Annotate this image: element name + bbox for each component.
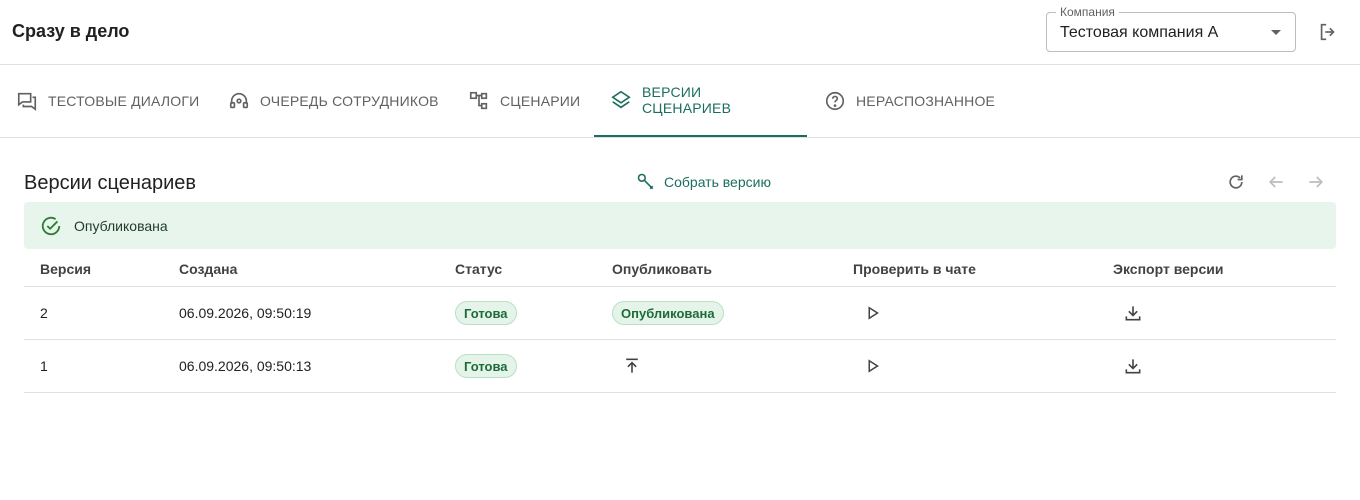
status-badge: Готова bbox=[455, 354, 517, 378]
build-version-button[interactable]: Собрать версию bbox=[636, 170, 771, 194]
table-row: 1 06.09.2026, 09:50:13 Готова bbox=[24, 340, 1336, 393]
app-title: Сразу в дело bbox=[12, 21, 130, 41]
tab-unrecognized[interactable]: НЕРАСПОЗНАННОЕ bbox=[808, 65, 1011, 137]
version-number: 1 bbox=[40, 358, 48, 374]
export-version-button[interactable] bbox=[1121, 301, 1145, 325]
column-header-export: Экспорт версии bbox=[1113, 261, 1224, 277]
tab-label: ВЕРСИИ СЦЕНАРИЕВ bbox=[642, 84, 732, 116]
tab-scenarios[interactable]: СЦЕНАРИИ bbox=[452, 65, 596, 137]
main-tabs: ТЕСТОВЫЕ ДИАЛОГИ ОЧЕРЕДЬ СОТРУДНИКОВ СЦЕ… bbox=[0, 65, 1360, 138]
tab-scenario-versions[interactable]: ВЕРСИИ СЦЕНАРИЕВ bbox=[594, 65, 807, 137]
company-select-label: Компания bbox=[1056, 5, 1119, 19]
table-row: 2 06.09.2026, 09:50:19 Готова Опубликова… bbox=[24, 287, 1336, 340]
tab-label: СЦЕНАРИИ bbox=[500, 93, 581, 109]
export-version-button[interactable] bbox=[1121, 354, 1145, 378]
previous-page-button[interactable] bbox=[1264, 170, 1288, 194]
refresh-icon bbox=[1229, 175, 1243, 189]
tab-label: НЕРАСПОЗНАННОЕ bbox=[856, 93, 996, 109]
wrench-icon bbox=[637, 173, 654, 190]
play-icon bbox=[868, 306, 879, 320]
logout-icon bbox=[1320, 23, 1335, 41]
company-select[interactable]: Компания Тестовая компания А bbox=[1046, 5, 1296, 52]
play-icon bbox=[868, 359, 879, 373]
layers-icon bbox=[611, 90, 631, 109]
tab-label: ТЕСТОВЫЕ ДИАЛОГИ bbox=[48, 93, 200, 109]
table-header: Версия Создана Статус Опубликовать Прове… bbox=[24, 250, 1336, 287]
status-badge: Готова bbox=[455, 301, 517, 325]
flowchart-icon bbox=[469, 91, 488, 110]
chevron-down-icon bbox=[1271, 30, 1281, 35]
column-header-created: Создана bbox=[179, 261, 238, 277]
download-icon bbox=[1125, 306, 1141, 321]
build-version-label: Собрать версию bbox=[664, 174, 771, 190]
status-alert-text: Опубликована bbox=[74, 218, 168, 234]
test-in-chat-button[interactable] bbox=[861, 301, 885, 325]
versions-table: Версия Создана Статус Опубликовать Прове… bbox=[24, 250, 1336, 393]
check-circle-icon bbox=[41, 216, 61, 236]
created-date: 06.09.2026, 09:50:19 bbox=[179, 305, 312, 321]
test-in-chat-button[interactable] bbox=[861, 354, 885, 378]
arrow-right-icon bbox=[1309, 176, 1324, 188]
status-alert: Опубликована bbox=[24, 202, 1336, 249]
chat-icon bbox=[17, 92, 37, 111]
app-header: Сразу в дело Компания Тестовая компания … bbox=[0, 0, 1360, 65]
tab-label: ОЧЕРЕДЬ СОТРУДНИКОВ bbox=[260, 93, 439, 109]
tab-test-dialogs[interactable]: ТЕСТОВЫЕ ДИАЛОГИ bbox=[0, 65, 215, 137]
publish-version-button[interactable] bbox=[620, 354, 644, 378]
question-circle-icon bbox=[825, 91, 845, 111]
column-header-version: Версия bbox=[40, 261, 92, 277]
column-header-test-in-chat: Проверить в чате bbox=[853, 261, 976, 277]
created-date: 06.09.2026, 09:50:13 bbox=[179, 358, 312, 374]
publish-icon bbox=[626, 358, 638, 373]
headset-icon bbox=[229, 92, 249, 109]
version-number: 2 bbox=[40, 305, 48, 321]
company-select-value: Тестовая компания А bbox=[1060, 24, 1219, 41]
column-header-status: Статус bbox=[455, 261, 503, 277]
tab-staff-queue[interactable]: ОЧЕРЕДЬ СОТРУДНИКОВ bbox=[212, 65, 455, 137]
logout-button[interactable] bbox=[1314, 18, 1342, 46]
next-page-button[interactable] bbox=[1304, 170, 1328, 194]
page-title: Версии сценариев bbox=[24, 172, 197, 194]
refresh-button[interactable] bbox=[1224, 170, 1248, 194]
published-badge: Опубликована bbox=[612, 301, 724, 325]
arrow-left-icon bbox=[1268, 176, 1283, 188]
download-icon bbox=[1125, 359, 1141, 374]
column-header-publish: Опубликовать bbox=[612, 261, 712, 277]
